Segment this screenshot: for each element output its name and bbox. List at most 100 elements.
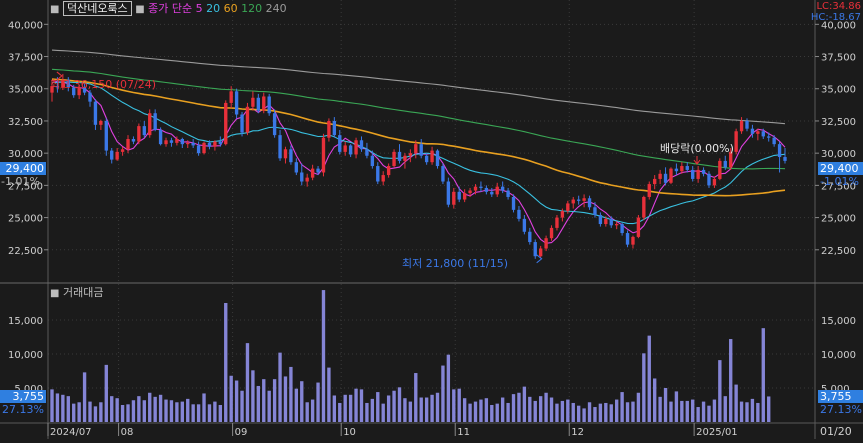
- volume-bar[interactable]: [555, 403, 559, 422]
- candle-body[interactable]: [300, 172, 304, 182]
- candle-body[interactable]: [566, 203, 570, 212]
- volume-bar[interactable]: [587, 402, 592, 422]
- volume-bar[interactable]: [696, 407, 700, 422]
- candle-body[interactable]: [685, 166, 689, 170]
- candle-body[interactable]: [321, 137, 326, 173]
- volume-bar[interactable]: [691, 399, 695, 422]
- candle-body[interactable]: [468, 190, 472, 194]
- volume-bar[interactable]: [50, 389, 54, 422]
- candle-body[interactable]: [359, 140, 364, 150]
- volume-bar[interactable]: [169, 400, 174, 422]
- volume-bar[interactable]: [767, 396, 771, 422]
- volume-bar[interactable]: [348, 394, 353, 422]
- candle-body[interactable]: [430, 150, 434, 163]
- candle-body[interactable]: [571, 199, 575, 204]
- volume-bar[interactable]: [598, 403, 603, 422]
- volume-bar[interactable]: [490, 405, 494, 422]
- candle-body[interactable]: [386, 166, 391, 176]
- volume-bar[interactable]: [625, 402, 630, 422]
- volume-bar[interactable]: [653, 378, 657, 422]
- candle-body[interactable]: [680, 166, 684, 172]
- candle-body[interactable]: [435, 150, 440, 167]
- candle-body[interactable]: [767, 136, 771, 138]
- volume-bar[interactable]: [186, 398, 190, 422]
- volume-bar[interactable]: [131, 400, 136, 422]
- candle-body[interactable]: [245, 106, 250, 133]
- candle-body[interactable]: [283, 149, 288, 159]
- candle-body[interactable]: [229, 91, 233, 103]
- candle-body[interactable]: [723, 160, 727, 168]
- candle-body[interactable]: [582, 198, 586, 201]
- candle-body[interactable]: [625, 233, 630, 245]
- volume-bar[interactable]: [392, 390, 396, 422]
- candle-body[interactable]: [587, 198, 592, 208]
- candle-body[interactable]: [186, 142, 190, 145]
- volume-bar[interactable]: [756, 402, 760, 422]
- candle-body[interactable]: [642, 196, 646, 218]
- volume-bar[interactable]: [495, 403, 499, 422]
- volume-bar[interactable]: [251, 370, 255, 422]
- volume-bar[interactable]: [723, 396, 727, 422]
- candle-body[interactable]: [457, 191, 461, 200]
- volume-bar[interactable]: [718, 360, 722, 422]
- volume-bar[interactable]: [61, 394, 65, 422]
- volume-bar[interactable]: [376, 392, 380, 422]
- volume-bar[interactable]: [115, 398, 119, 422]
- candle-body[interactable]: [142, 126, 146, 136]
- candle-body[interactable]: [511, 196, 516, 210]
- candle-body[interactable]: [576, 199, 581, 201]
- candle-body[interactable]: [224, 102, 228, 145]
- volume-bar[interactable]: [289, 366, 293, 422]
- candle-body[interactable]: [631, 236, 635, 245]
- candle-body[interactable]: [191, 142, 195, 146]
- volume-bar[interactable]: [262, 379, 266, 422]
- volume-bar[interactable]: [636, 392, 641, 422]
- volume-bar[interactable]: [93, 406, 98, 422]
- candle-body[interactable]: [446, 181, 451, 205]
- candle-body[interactable]: [636, 217, 641, 237]
- candle-body[interactable]: [262, 96, 266, 111]
- candle-body[interactable]: [712, 178, 717, 186]
- candle-body[interactable]: [777, 144, 782, 158]
- volume-bar[interactable]: [582, 408, 586, 422]
- volume-bar[interactable]: [435, 392, 440, 422]
- volume-bar[interactable]: [511, 394, 516, 422]
- volume-bar[interactable]: [300, 381, 304, 422]
- candle-body[interactable]: [120, 149, 125, 152]
- candle-body[interactable]: [202, 142, 206, 154]
- candle-body[interactable]: [424, 155, 429, 163]
- volume-bar[interactable]: [99, 402, 103, 422]
- candle-body[interactable]: [490, 191, 494, 195]
- candle-body[interactable]: [310, 168, 315, 178]
- candle-body[interactable]: [745, 120, 749, 129]
- volume-bar[interactable]: [441, 365, 445, 422]
- volume-bar[interactable]: [245, 343, 250, 422]
- volume-bar[interactable]: [614, 399, 619, 422]
- volume-bar[interactable]: [430, 394, 434, 422]
- volume-bar[interactable]: [712, 399, 717, 422]
- volume-bar[interactable]: [739, 401, 744, 422]
- candle-body[interactable]: [441, 166, 445, 182]
- volume-bar[interactable]: [164, 399, 168, 422]
- candle-body[interactable]: [761, 131, 765, 137]
- volume-bar[interactable]: [544, 392, 548, 422]
- candle-body[interactable]: [175, 138, 179, 143]
- volume-bar[interactable]: [381, 403, 385, 422]
- candle-body[interactable]: [240, 114, 244, 133]
- volume-bar[interactable]: [191, 404, 195, 422]
- volume-bar[interactable]: [522, 386, 527, 422]
- candle-body[interactable]: [272, 113, 277, 136]
- volume-bar[interactable]: [283, 376, 288, 422]
- candle-body[interactable]: [104, 120, 108, 151]
- volume-bar[interactable]: [213, 401, 217, 422]
- candle-body[interactable]: [452, 191, 456, 205]
- candle-body[interactable]: [126, 138, 130, 150]
- volume-bar[interactable]: [669, 401, 673, 422]
- volume-bar[interactable]: [479, 399, 483, 422]
- volume-bar[interactable]: [104, 364, 108, 422]
- volume-bar[interactable]: [224, 303, 228, 422]
- candle-body[interactable]: [750, 128, 755, 134]
- volume-bar[interactable]: [327, 367, 331, 422]
- volume-bar[interactable]: [707, 405, 711, 422]
- volume-bar[interactable]: [500, 397, 505, 422]
